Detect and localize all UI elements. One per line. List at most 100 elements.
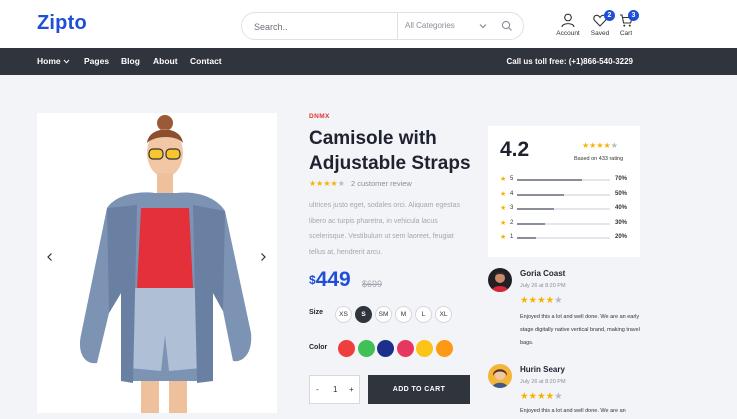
cart-count-badge: 3 <box>628 10 639 21</box>
product-brand: DNMX <box>309 113 330 120</box>
review-text: Enjoyed this a lot and well done. We are… <box>520 314 640 346</box>
star-filled-icon: ★ <box>589 141 597 150</box>
star-filled-icon: ★ <box>520 391 529 402</box>
star-filled-icon: ★ <box>528 295 538 306</box>
review-text: Enjoyed this a lot and well done. We are… <box>520 408 626 414</box>
star-filled-icon: ★ <box>528 391 538 402</box>
rating-bar-fill <box>517 208 555 210</box>
rating-row-percent: 70% <box>615 176 628 182</box>
user-icon <box>561 13 575 28</box>
review-stars: ★ ★ ★ ★ ★ <box>520 296 563 306</box>
chevron-right-icon[interactable] <box>258 252 268 262</box>
rating-bar <box>517 208 610 210</box>
product-title: Camisole with Adjustable Straps <box>309 128 471 174</box>
nav-item-blog[interactable]: Blog <box>121 56 140 66</box>
size-label: Size <box>309 309 324 316</box>
rating-summary-stars: ★ ★ ★ ★ ★ <box>582 141 618 151</box>
nav-home-label: Home <box>37 56 61 66</box>
rating-bar <box>517 193 610 196</box>
price-amount: 449 <box>315 268 351 291</box>
rating-row-percent: 50% <box>615 190 628 197</box>
product-image <box>79 115 252 413</box>
logo[interactable]: Zipto <box>37 12 87 35</box>
color-swatch[interactable] <box>396 340 414 357</box>
star-filled-icon: ★ <box>603 141 611 150</box>
star-icon: ★ <box>500 205 507 212</box>
account-button[interactable]: Account <box>550 13 586 43</box>
rating-bar-fill <box>517 237 536 239</box>
rating-row-star: 2 <box>510 219 514 226</box>
star-filled-icon: ★ <box>537 295 546 306</box>
product-price: $449 <box>309 268 351 292</box>
qty-plus-button[interactable]: + <box>349 385 354 394</box>
search-bar: All Categories <box>241 12 524 40</box>
rating-average: 4.2 <box>500 138 530 161</box>
product-description: ultrices justo eget, sodales orci. Aliqu… <box>309 202 460 256</box>
rating-summary: 4.2 ★ ★ ★ ★ ★ Based on 433 rating ★ 5 70% ★ 4 50%… <box>488 126 640 257</box>
color-swatch[interactable] <box>357 340 375 357</box>
main-nav: Home Pages Blog About Contact Call us to… <box>0 48 737 75</box>
nav-item-about[interactable]: About <box>153 56 178 66</box>
star-filled-icon: ★ <box>520 295 529 306</box>
rating-row: ★ 2 30% <box>500 220 630 228</box>
cart-button[interactable]: Cart 3 <box>608 10 644 43</box>
rating-bar-fill <box>517 193 564 196</box>
color-swatch[interactable] <box>338 340 355 357</box>
rating-row-star: 5 <box>510 176 514 182</box>
star-filled-icon: ★ <box>330 179 338 188</box>
review-stars: ★ ★ ★ ★ ★ <box>520 392 563 402</box>
search-icon[interactable] <box>501 20 513 32</box>
star-empty-icon: ★ <box>337 179 345 188</box>
reviewer-name: Goria Coast <box>520 269 566 278</box>
star-filled-icon: ★ <box>596 141 604 150</box>
top-header: Zipto All Categories Account Saved 2 Car… <box>0 0 737 48</box>
chevron-down-icon[interactable] <box>478 21 488 31</box>
rating-row: ★ 1 20% <box>500 234 630 242</box>
star-icon: ★ <box>500 219 507 227</box>
rating-bar <box>517 237 610 239</box>
nav-item-pages[interactable]: Pages <box>84 56 109 66</box>
review-date: July 26 at 8:20 PM <box>520 379 566 385</box>
add-to-cart-button[interactable]: ADD TO CART <box>368 375 470 404</box>
rating-row-percent: 40% <box>615 205 628 211</box>
quantity-stepper: - 1 + <box>309 375 360 404</box>
avatar <box>488 364 512 388</box>
product-image-gallery <box>37 113 277 413</box>
chevron-left-icon[interactable] <box>45 252 55 262</box>
review-date: July 26 at 8:20 PM <box>520 283 566 289</box>
rating-row-percent: 30% <box>615 219 628 226</box>
size-option-sm[interactable]: SM <box>375 306 392 323</box>
star-icon: ★ <box>500 176 507 183</box>
color-swatch[interactable] <box>435 340 453 357</box>
size-option-l[interactable]: L <box>415 306 432 323</box>
star-icon: ★ <box>500 190 507 198</box>
size-option-xs[interactable]: XS <box>335 306 352 323</box>
star-empty-icon: ★ <box>554 295 563 306</box>
cart-label: Cart <box>619 30 633 37</box>
search-divider <box>397 13 398 39</box>
search-input[interactable] <box>254 18 394 35</box>
star-filled-icon: ★ <box>537 391 546 402</box>
nav-item-contact[interactable]: Contact <box>190 56 222 66</box>
review-count-link[interactable]: 2 customer review <box>351 179 412 188</box>
color-swatch[interactable] <box>377 340 394 357</box>
qty-minus-button[interactable]: - <box>316 385 319 394</box>
price-currency: $ <box>309 273 316 287</box>
rating-bar-fill <box>517 222 545 225</box>
nav-item-home[interactable]: Home <box>37 56 70 66</box>
star-filled-icon: ★ <box>323 179 331 188</box>
rating-row: ★ 3 40% <box>500 205 630 213</box>
size-option-xl[interactable]: XL <box>435 306 452 323</box>
star-filled-icon: ★ <box>582 141 590 150</box>
call-info: Call us toll free: (+1)866-540-3229 <box>506 57 633 66</box>
size-option-m[interactable]: M <box>395 306 412 323</box>
category-select[interactable]: All Categories <box>405 21 455 30</box>
size-option-s[interactable]: S <box>355 306 372 323</box>
star-filled-icon: ★ <box>545 391 555 402</box>
old-price: $699 <box>362 279 383 289</box>
star-icon: ★ <box>500 234 507 241</box>
qty-value[interactable]: 1 <box>333 385 337 394</box>
color-swatch[interactable] <box>416 340 433 357</box>
rating-row: ★ 5 70% <box>500 176 630 184</box>
rating-bar-fill <box>517 179 583 181</box>
